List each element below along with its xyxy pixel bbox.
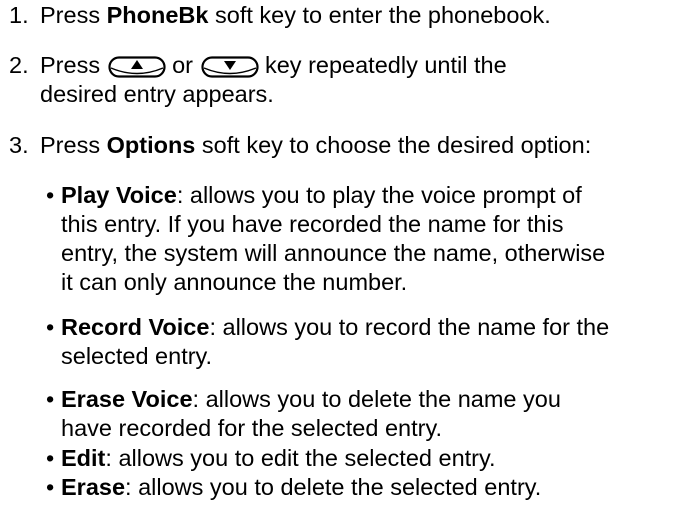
option-term: Edit: [61, 445, 106, 471]
option-description: : allows you to delete the selected entr…: [125, 474, 542, 500]
instruction-document: 1. Press PhoneBk soft key to enter the p…: [0, 0, 682, 505]
option-line: Record Voice: allows you to record the n…: [61, 313, 682, 342]
option-line: this entry. If you have recorded the nam…: [61, 211, 564, 237]
bullet-dot: •: [46, 474, 55, 500]
option-line: it can only announce the number.: [61, 269, 408, 295]
option-text: Erase Voice: allows you to delete the na…: [61, 385, 682, 443]
bullet-dot: •: [46, 445, 55, 471]
option-description: : allows you to delete the name you: [192, 386, 561, 412]
option-term: Erase: [61, 474, 126, 500]
step-text-post-line1: key repeatedly until the: [264, 52, 507, 78]
step-text-pre: Press: [40, 132, 107, 158]
option-term: Erase Voice: [61, 386, 193, 412]
option-text: Edit: allows you to edit the selected en…: [61, 444, 682, 473]
option-description: : allows you to edit the selected entry.: [105, 445, 496, 471]
option-line: selected entry.: [61, 343, 213, 369]
step-text-post: soft key to choose the desired option:: [195, 132, 592, 158]
option-line: have recorded for the selected entry.: [61, 415, 443, 441]
step-text: Press PhoneBk soft key to enter the phon…: [40, 1, 680, 30]
option-line: Erase: allows you to delete the selected…: [61, 473, 682, 502]
step-text-post-line2: desired entry appears.: [40, 81, 274, 107]
bullet-dot: •: [46, 182, 55, 208]
step-text: Press Options soft key to choose the des…: [40, 131, 680, 160]
down-arrow-key-icon: [201, 56, 259, 78]
option-line: entry, the system will announce the name…: [61, 240, 606, 266]
step-text-mid: or: [172, 52, 193, 78]
step-text: Press or key repeatedly until the: [40, 51, 680, 80]
option-text: Erase: allows you to delete the selected…: [61, 473, 682, 502]
option-text: Record Voice: allows you to record the n…: [61, 313, 682, 371]
up-arrow-key-icon: [108, 56, 166, 78]
softkey-name-phonebk: PhoneBk: [106, 2, 209, 28]
option-line: Edit: allows you to edit the selected en…: [61, 444, 682, 473]
option-text: Play Voice: allows you to play the voice…: [61, 181, 682, 297]
option-term: Record Voice: [61, 314, 210, 340]
option-description: : allows you to record the name for the: [209, 314, 610, 340]
option-term: Play Voice: [61, 182, 177, 208]
option-line: Play Voice: allows you to play the voice…: [61, 181, 682, 210]
option-description: : allows you to play the voice prompt of: [176, 182, 582, 208]
bullet-dot: •: [46, 314, 55, 340]
step-text-post: soft key to enter the phonebook.: [208, 2, 551, 28]
step-number: 3.: [9, 132, 29, 158]
option-line: Erase Voice: allows you to delete the na…: [61, 385, 682, 414]
step-number: 1.: [9, 2, 29, 28]
step-text-pre: Press: [40, 2, 107, 28]
softkey-name-options: Options: [106, 132, 196, 158]
bullet-dot: •: [46, 386, 55, 412]
step-text-pre: Press: [40, 52, 101, 78]
step-number: 2.: [9, 52, 29, 78]
